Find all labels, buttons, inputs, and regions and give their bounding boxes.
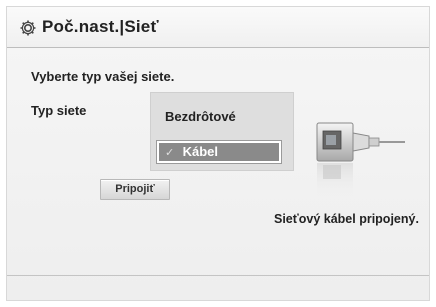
option-cable[interactable]: ✓ Kábel — [156, 140, 282, 164]
status-text: Sieťový kábel pripojený. — [274, 212, 419, 226]
page-title: Poč.nast.|Sieť — [42, 17, 159, 36]
gear-icon — [19, 19, 37, 37]
option-cable-label: Kábel — [182, 144, 219, 159]
connect-button[interactable]: Pripojiť — [100, 179, 170, 200]
network-type-options: Bezdrôtové ✓ Kábel — [150, 92, 294, 171]
network-type-prompt: Vyberte typ vašej siete. — [31, 69, 175, 84]
bottom-divider — [7, 275, 429, 276]
network-type-label: Typ siete — [31, 103, 87, 118]
checkmark-icon: ✓ — [165, 147, 175, 159]
option-wireless-label: Bezdrôtové — [165, 109, 236, 124]
option-wireless[interactable]: Bezdrôtové — [157, 106, 281, 128]
title-bar: Poč.nast.|Sieť — [7, 7, 429, 48]
ethernet-cable-icon — [307, 117, 407, 207]
setup-window: Poč.nast.|Sieť Vyberte typ vašej siete. … — [6, 6, 430, 301]
